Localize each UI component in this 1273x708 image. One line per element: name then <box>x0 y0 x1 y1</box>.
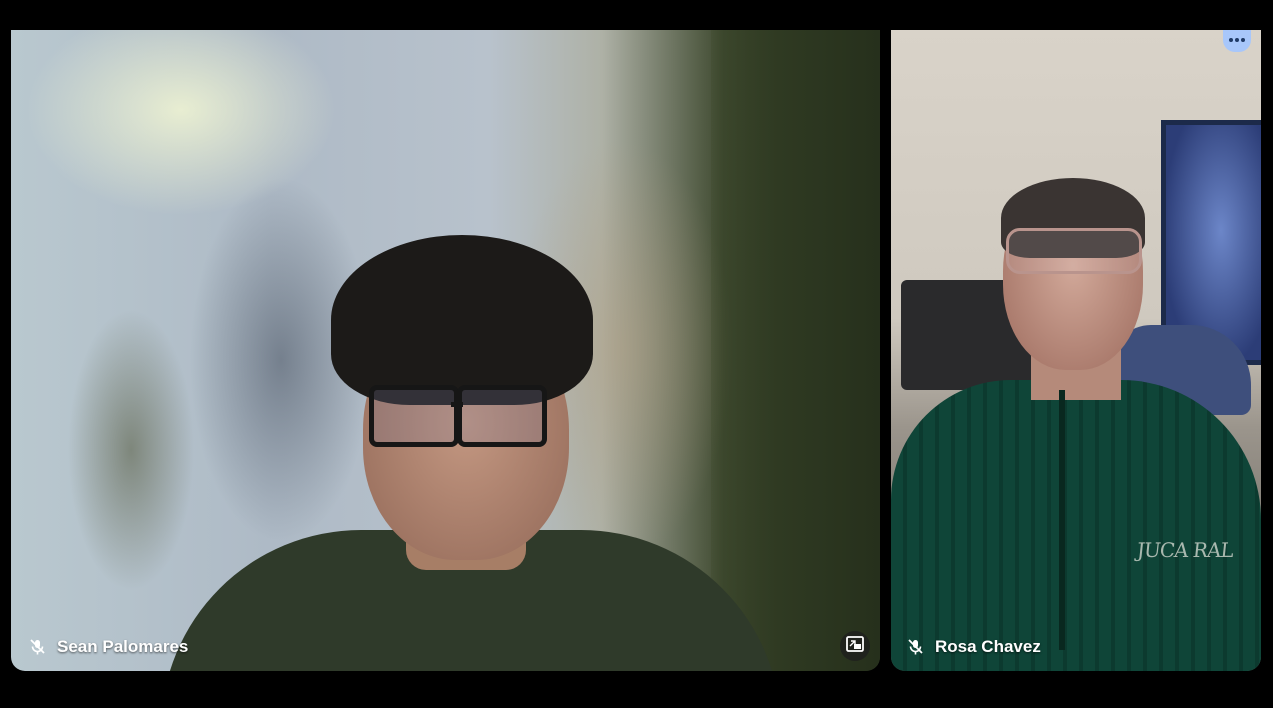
participant-name: Rosa Chavez <box>935 637 1041 656</box>
participant-tile-sean[interactable]: Sean Palomares <box>11 30 880 671</box>
meeting-stage: Sean Palomares JUCA RAL Rosa Chavez <box>0 0 1273 708</box>
mic-off-icon <box>29 638 47 656</box>
participant-glasses <box>1006 228 1142 274</box>
participant-hair <box>331 235 593 405</box>
bottom-bar <box>0 676 1273 708</box>
picture-in-picture-icon <box>846 635 864 657</box>
participant-tile-rosa[interactable]: JUCA RAL Rosa Chavez <box>891 30 1261 671</box>
participant-video: JUCA RAL <box>891 30 1261 671</box>
mic-off-icon <box>907 638 925 656</box>
participant-glasses-right <box>457 385 547 447</box>
sweater-zipper <box>1059 390 1065 650</box>
participant-glasses-left <box>369 385 459 447</box>
more-options-icon <box>1228 30 1246 48</box>
participant-name-tag: Rosa Chavez <box>907 637 1041 657</box>
background-wall <box>711 30 880 671</box>
sweater-logo: JUCA RAL <box>1135 538 1235 562</box>
picture-in-picture-button[interactable] <box>840 631 870 661</box>
participant-name: Sean Palomares <box>57 637 189 656</box>
more-options-button[interactable] <box>1223 30 1251 52</box>
participant-name-tag: Sean Palomares <box>29 637 188 657</box>
participant-glasses-bridge <box>451 402 463 407</box>
top-bar <box>0 0 1273 30</box>
participant-body <box>891 380 1261 671</box>
participant-video <box>11 30 880 671</box>
